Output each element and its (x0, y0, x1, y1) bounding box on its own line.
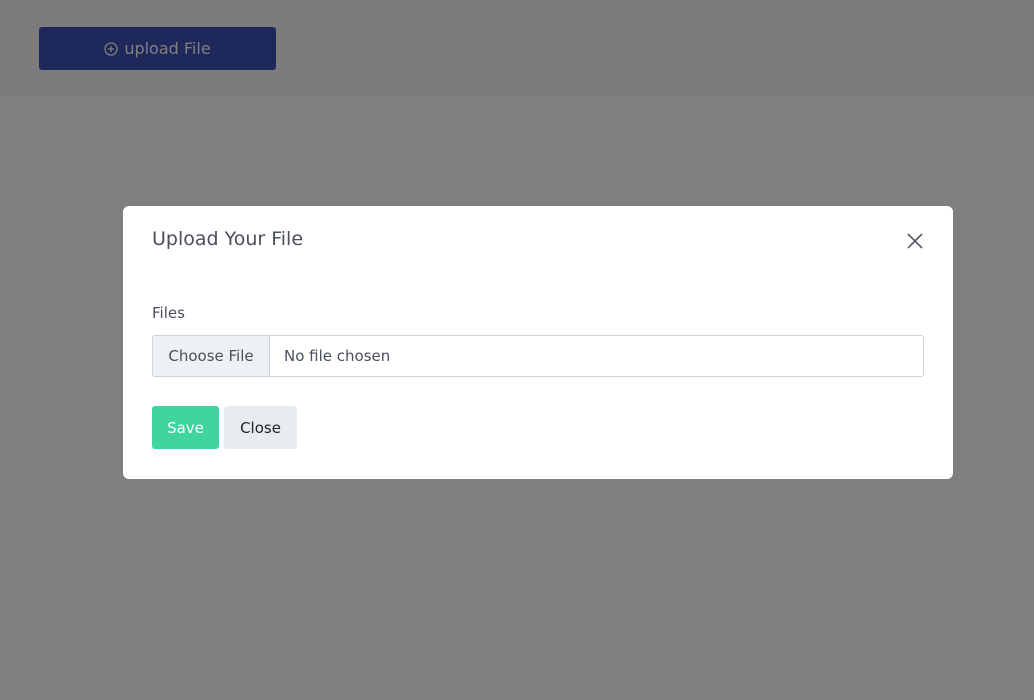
file-status: No file chosen (284, 347, 391, 365)
close-button[interactable]: Close (224, 406, 297, 449)
close-icon[interactable] (904, 230, 926, 252)
save-button[interactable]: Save (152, 406, 219, 449)
upload-modal: Upload Your File Files Choose File No fi… (123, 206, 953, 479)
modal-title: Upload Your File (152, 228, 304, 250)
files-label: Files (152, 304, 185, 322)
file-input[interactable]: Choose File No file chosen (152, 335, 924, 377)
choose-file-button[interactable]: Choose File (153, 336, 270, 376)
